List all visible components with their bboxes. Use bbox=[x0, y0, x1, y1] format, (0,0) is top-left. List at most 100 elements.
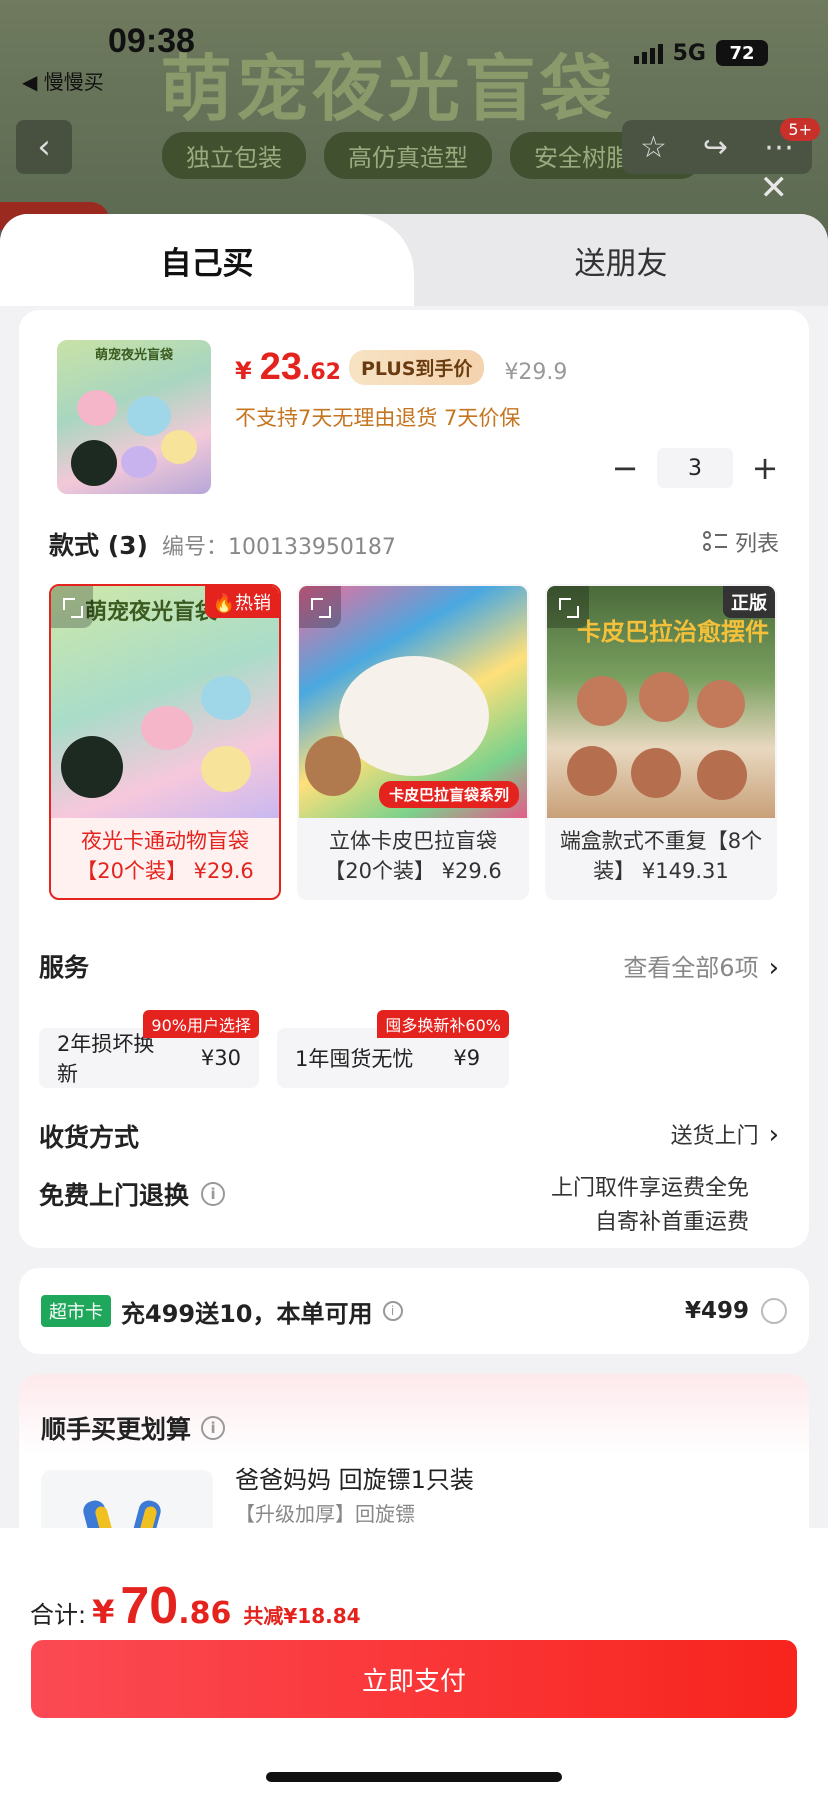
product-image-figure bbox=[127, 396, 171, 436]
service-chips: 2年损坏换新 ¥30 90%用户选择 1年囤货无忧 ¥9 囤多换新补60% bbox=[39, 1010, 509, 1088]
product-image-label: 萌宠夜光盲袋 bbox=[94, 348, 173, 363]
supermarket-card-price: ¥499 bbox=[684, 1298, 749, 1324]
total-currency: ¥ bbox=[92, 1593, 115, 1631]
style-header: 款式 (3) 编号：100133950187 bbox=[49, 526, 396, 562]
tab-buy-self[interactable]: 自己买 bbox=[0, 214, 414, 306]
thumbnail-figure bbox=[201, 676, 251, 720]
official-badge: 正版 bbox=[723, 586, 775, 618]
increase-button[interactable]: + bbox=[743, 448, 787, 488]
style-thumbnail: 卡皮巴拉治愈摆件 正版 bbox=[547, 586, 775, 818]
chevron-right-icon: › bbox=[768, 1120, 779, 1150]
thumbnail-figure bbox=[697, 680, 745, 728]
star-icon[interactable]: ☆ bbox=[640, 130, 667, 165]
list-view-toggle[interactable]: 列表 bbox=[702, 526, 779, 558]
return-detail-line: 自寄补首重运费 bbox=[594, 1210, 749, 1235]
list-label: 列表 bbox=[734, 532, 779, 557]
supermarket-card-text: 充499送10，本单可用 bbox=[121, 1299, 373, 1328]
free-return-label: 免费上门退换 i bbox=[39, 1176, 226, 1212]
product-image-figure bbox=[77, 390, 117, 426]
style-option-capybara[interactable]: 卡皮巴拉盲袋系列 立体卡皮巴拉盲袋【20个装】 ¥29.6 bbox=[297, 584, 529, 900]
background-tags: 独立包装 高仿真造型 安全树脂材质 bbox=[162, 132, 702, 179]
quantity-input[interactable]: 3 bbox=[657, 448, 733, 488]
service-name: 1年囤货无忧 bbox=[295, 1047, 414, 1071]
product-image-figure bbox=[121, 446, 157, 478]
price-integer: 23 bbox=[259, 346, 302, 388]
service-title: 服务 bbox=[39, 953, 90, 982]
thumbnail-figure bbox=[201, 746, 251, 792]
product-image[interactable]: 萌宠夜光盲袋 bbox=[57, 340, 211, 494]
thumbnail-figure bbox=[61, 736, 123, 798]
signal-icon bbox=[633, 42, 663, 64]
return-detail-line: 上门取件享运费全免 bbox=[550, 1176, 749, 1201]
addon-product-name[interactable]: 爸爸妈妈 回旋镖1只装 bbox=[235, 1460, 474, 1495]
return-details: 上门取件享运费全免 自寄补首重运费 bbox=[551, 1172, 749, 1240]
thumbnail-figure bbox=[639, 672, 689, 722]
service-chip-damage-replace[interactable]: 2年损坏换新 ¥30 90%用户选择 bbox=[39, 1010, 259, 1088]
plus-price-tag: PLUS到手价 bbox=[348, 350, 485, 385]
addon-title: 顺手买更划算 i bbox=[41, 1410, 226, 1446]
thumbnail-banner: 卡皮巴拉盲袋系列 bbox=[378, 781, 519, 808]
back-icon[interactable]: ‹ bbox=[16, 120, 72, 174]
price-currency: ¥ bbox=[235, 357, 252, 385]
price-row: ¥ 23 .62 PLUS到手价 ¥29.9 bbox=[235, 346, 567, 389]
style-options: 萌宠夜光盲袋 🔥热销 夜光卡通动物盲袋【20个装】 ¥29.6 卡皮巴拉盲袋系列 bbox=[49, 584, 777, 900]
battery-icon: 72 bbox=[716, 40, 768, 66]
chevron-right-icon: › bbox=[768, 953, 779, 983]
style-thumbnail: 萌宠夜光盲袋 🔥热销 bbox=[51, 586, 279, 818]
return-notice: 不支持7天无理由退货 7天价保 bbox=[235, 406, 521, 430]
style-thumbnail: 卡皮巴拉盲袋系列 bbox=[299, 586, 527, 818]
info-icon[interactable]: i bbox=[201, 1182, 226, 1206]
thumbnail-figure bbox=[577, 676, 627, 726]
expand-icon[interactable] bbox=[51, 586, 93, 628]
list-icon bbox=[702, 531, 727, 553]
back-to-app-link[interactable]: ◀ 慢慢买 bbox=[22, 66, 104, 95]
service-tag: 90%用户选择 bbox=[143, 1010, 259, 1038]
total-row: 合计: ¥ 70 .86 共减¥18.84 bbox=[30, 1576, 361, 1636]
home-indicator bbox=[266, 1772, 562, 1782]
background-tag: 独立包装 bbox=[162, 132, 306, 179]
original-price: ¥29.9 bbox=[504, 360, 568, 385]
decrease-button[interactable]: − bbox=[603, 448, 647, 488]
info-icon[interactable]: i bbox=[382, 1301, 403, 1321]
supermarket-card-badge: 超市卡 bbox=[41, 1295, 111, 1327]
delivery-label: 收货方式 bbox=[39, 1123, 140, 1152]
info-icon[interactable]: i bbox=[201, 1416, 226, 1440]
service-tag: 囤多换新补60% bbox=[377, 1010, 509, 1038]
expand-icon[interactable] bbox=[299, 586, 341, 628]
background-title: 萌宠夜光盲袋 bbox=[160, 47, 617, 131]
style-option-boxed-figures[interactable]: 卡皮巴拉治愈摆件 正版 端盒款式不重复【8个装】 ¥149.31 bbox=[545, 584, 777, 900]
supermarket-card-radio[interactable] bbox=[761, 1298, 787, 1324]
tab-gift-friend[interactable]: 送朋友 bbox=[414, 214, 828, 306]
style-option-glow-animal[interactable]: 萌宠夜光盲袋 🔥热销 夜光卡通动物盲袋【20个装】 ¥29.6 bbox=[49, 584, 281, 900]
checkout-bar: 合计: ¥ 70 .86 共减¥18.84 立即支付 bbox=[0, 1528, 828, 1795]
total-integer: 70 bbox=[120, 1577, 179, 1635]
product-image-figure bbox=[71, 440, 117, 486]
style-option-text: 立体卡皮巴拉盲袋【20个装】 ¥29.6 bbox=[324, 829, 502, 883]
view-all-label: 查看全部6项 bbox=[623, 954, 759, 982]
total-label: 合计: bbox=[30, 1601, 87, 1629]
service-price: ¥30 bbox=[200, 1046, 241, 1070]
style-option-text: 端盒款式不重复【8个装】 ¥149.31 bbox=[559, 829, 763, 883]
product-image-figure bbox=[161, 430, 197, 464]
supermarket-card-offer[interactable]: 超市卡 充499送10，本单可用 i ¥499 bbox=[19, 1268, 809, 1354]
service-price: ¥9 bbox=[453, 1046, 481, 1070]
close-icon[interactable]: ✕ bbox=[760, 168, 789, 208]
total-decimal: .86 bbox=[178, 1596, 232, 1631]
style-option-text: 夜光卡通动物盲袋【20个装】 ¥29.6 bbox=[76, 829, 254, 883]
share-icon[interactable]: ↪ bbox=[703, 130, 728, 165]
message-count-badge: 5+ bbox=[780, 118, 820, 141]
buy-mode-tabs: 自己买 送朋友 bbox=[0, 214, 828, 306]
thumbnail-figure bbox=[567, 746, 617, 796]
status-indicators: 5G 72 bbox=[633, 40, 768, 66]
thumbnail-figure bbox=[631, 748, 681, 798]
delivery-value: 送货上门 bbox=[670, 1124, 759, 1149]
view-all-services-link[interactable]: 查看全部6项 › bbox=[623, 948, 779, 983]
pay-now-button[interactable]: 立即支付 bbox=[31, 1640, 797, 1718]
price-decimal: .62 bbox=[301, 360, 341, 385]
delivery-method-selector[interactable]: 送货上门 › bbox=[671, 1118, 779, 1150]
product-options-card: 萌宠夜光盲袋 ¥ 23 .62 PLUS到手价 ¥29.9 不支持7天无理由退货… bbox=[19, 310, 809, 1248]
background-tag: 高仿真造型 bbox=[324, 132, 492, 179]
status-time: 09:38 bbox=[108, 22, 195, 60]
service-chip-stock-worry-free[interactable]: 1年囤货无忧 ¥9 囤多换新补60% bbox=[277, 1010, 509, 1088]
free-return-text: 免费上门退换 bbox=[39, 1181, 190, 1210]
